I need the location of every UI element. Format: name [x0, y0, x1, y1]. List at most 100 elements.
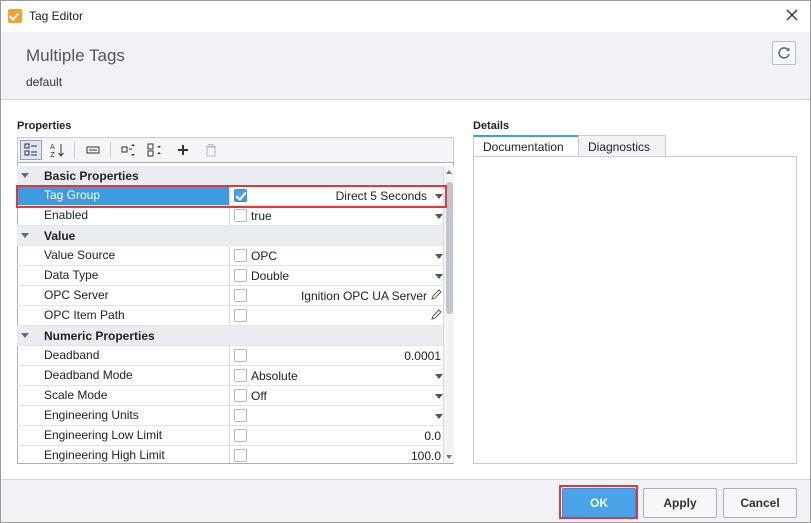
- sort-az-icon: A Z: [50, 143, 64, 158]
- apply-button[interactable]: Apply: [643, 488, 717, 518]
- property-name: OPC Server: [17, 286, 230, 305]
- property-value: true: [251, 209, 272, 223]
- page-title: Multiple Tags: [26, 46, 125, 65]
- property-row-scale-mode[interactable]: Scale Mode Off: [17, 386, 447, 406]
- override-checkbox[interactable]: [234, 429, 247, 442]
- scroll-up-icon[interactable]: [446, 170, 452, 174]
- property-value-cell[interactable]: Absolute: [231, 366, 447, 385]
- cancel-button[interactable]: Cancel: [723, 488, 797, 518]
- pencil-icon[interactable]: [430, 289, 442, 301]
- property-row-tag-group[interactable]: Tag Group Direct 5 Seconds: [17, 186, 447, 206]
- override-checkbox[interactable]: [234, 409, 247, 422]
- documentation-panel[interactable]: [473, 156, 797, 464]
- collapse-all-button[interactable]: [144, 140, 166, 160]
- categorized-view-button[interactable]: [20, 140, 42, 160]
- chevron-down-icon[interactable]: [435, 414, 443, 419]
- chevron-down-icon[interactable]: [435, 394, 443, 399]
- property-value: Double: [251, 269, 290, 283]
- property-row-data-type[interactable]: Data Type Double: [17, 266, 447, 286]
- override-checkbox[interactable]: [234, 249, 247, 262]
- tab-documentation[interactable]: Documentation: [473, 135, 579, 157]
- override-checkbox[interactable]: [234, 349, 247, 362]
- chevron-down-icon[interactable]: [435, 194, 443, 199]
- property-row-value-source[interactable]: Value Source OPC: [17, 246, 447, 266]
- description-icon: [86, 146, 100, 154]
- scrollbar-thumb[interactable]: [446, 182, 453, 314]
- override-checkbox[interactable]: [234, 209, 247, 222]
- property-value-cell[interactable]: Ignition OPC UA Server: [231, 286, 447, 305]
- collapse-arrow-icon[interactable]: [21, 333, 29, 338]
- property-row-engineering-units[interactable]: Engineering Units: [17, 406, 447, 426]
- refresh-button[interactable]: [772, 41, 796, 65]
- property-value-cell[interactable]: [231, 406, 447, 425]
- chevron-down-icon[interactable]: [435, 214, 443, 219]
- property-value-cell[interactable]: Double: [231, 266, 447, 285]
- property-name: Value Source: [17, 246, 230, 265]
- close-icon: [786, 9, 798, 21]
- property-value-cell[interactable]: 100.0: [231, 446, 447, 463]
- header: Multiple Tags default: [1, 32, 810, 100]
- chevron-down-icon[interactable]: [435, 374, 443, 379]
- property-value: Absolute: [251, 369, 298, 383]
- override-checkbox[interactable]: [234, 269, 247, 282]
- property-value-cell[interactable]: 0.0: [231, 426, 447, 445]
- plus-icon: [178, 145, 188, 155]
- property-value: Off: [251, 389, 267, 403]
- property-value-cell[interactable]: Direct 5 Seconds: [231, 186, 447, 205]
- property-row-deadband[interactable]: Deadband 0.0001: [17, 346, 447, 366]
- property-row-opc-server[interactable]: OPC Server Ignition OPC UA Server: [17, 286, 447, 306]
- property-value-cell[interactable]: [231, 306, 447, 325]
- chevron-down-icon[interactable]: [435, 254, 443, 259]
- override-checkbox[interactable]: [234, 449, 247, 462]
- override-checkbox[interactable]: [234, 289, 247, 302]
- description-toggle-button[interactable]: [82, 140, 104, 160]
- close-button[interactable]: [780, 6, 804, 26]
- property-value-cell[interactable]: 0.0001: [231, 346, 447, 365]
- group-numeric-properties[interactable]: Numeric Properties: [17, 326, 447, 346]
- property-name: OPC Item Path: [17, 306, 230, 325]
- property-name: Deadband: [17, 346, 230, 365]
- override-checkbox[interactable]: [234, 369, 247, 382]
- sort-alpha-button[interactable]: A Z: [46, 140, 68, 160]
- property-row-engineering-high-limit[interactable]: Engineering High Limit 100.0: [17, 446, 447, 463]
- property-value: Direct 5 Seconds: [335, 189, 427, 203]
- property-name: Data Type: [17, 266, 230, 285]
- property-value-cell[interactable]: true: [231, 206, 447, 225]
- property-name: Scale Mode: [17, 386, 230, 405]
- property-grid-scrollbar[interactable]: [443, 166, 454, 463]
- property-value-cell[interactable]: OPC: [231, 246, 447, 265]
- property-value: 100.0: [410, 449, 441, 463]
- group-value[interactable]: Value: [17, 226, 447, 246]
- collapse-arrow-icon[interactable]: [21, 173, 29, 178]
- override-checkbox[interactable]: [234, 309, 247, 322]
- collapse-arrow-icon[interactable]: [21, 233, 29, 238]
- property-row-enabled[interactable]: Enabled true: [17, 206, 447, 226]
- override-checkbox[interactable]: [234, 389, 247, 402]
- add-property-button[interactable]: [172, 140, 194, 160]
- chevron-down-icon[interactable]: [435, 274, 443, 279]
- trash-icon: [206, 143, 216, 156]
- properties-label: Properties: [17, 120, 72, 132]
- details-label: Details: [473, 120, 510, 132]
- property-name: Engineering High Limit: [17, 446, 230, 463]
- delete-property-button[interactable]: [200, 140, 222, 160]
- group-label: Numeric Properties: [44, 329, 155, 343]
- group-basic-properties[interactable]: Basic Properties: [17, 166, 447, 186]
- svg-text:A: A: [50, 143, 55, 151]
- expand-all-button[interactable]: [118, 140, 140, 160]
- ok-button[interactable]: OK: [562, 488, 636, 518]
- property-value: OPC: [251, 249, 278, 263]
- page-subtitle: default: [26, 75, 63, 89]
- property-row-opc-item-path[interactable]: OPC Item Path: [17, 306, 447, 326]
- categorized-icon: [24, 143, 37, 156]
- property-row-engineering-low-limit[interactable]: Engineering Low Limit 0.0: [17, 426, 447, 446]
- tab-diagnostics[interactable]: Diagnostics: [578, 135, 666, 157]
- property-value-cell[interactable]: Off: [231, 386, 447, 405]
- pencil-icon[interactable]: [430, 309, 442, 321]
- property-name: Engineering Low Limit: [17, 426, 230, 445]
- scroll-down-icon[interactable]: [446, 455, 452, 459]
- property-value: 0.0: [424, 429, 441, 443]
- override-checkbox[interactable]: [234, 189, 247, 202]
- property-row-deadband-mode[interactable]: Deadband Mode Absolute: [17, 366, 447, 386]
- property-name: Engineering Units: [17, 406, 230, 425]
